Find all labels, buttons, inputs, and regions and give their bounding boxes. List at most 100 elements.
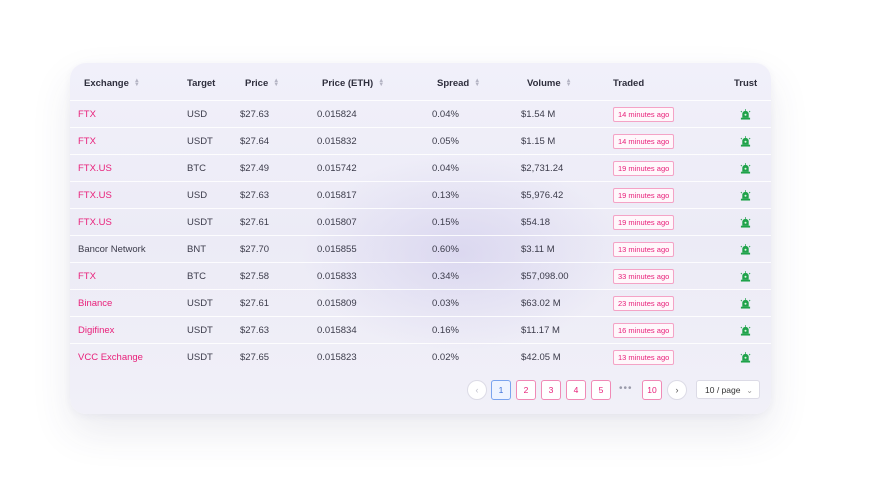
cell-price-eth: 0.015832 <box>317 136 357 147</box>
cell-volume: $57,098.00 <box>521 271 569 282</box>
chevron-down-icon: ⌄ <box>746 386 753 395</box>
table-row: FTX.US USD $27.63 0.015817 0.13% $5,976.42 19 … <box>70 181 771 209</box>
cell-price: $27.65 <box>240 352 270 363</box>
exchange-name[interactable]: FTX <box>78 101 96 128</box>
cell-spread: 0.05% <box>432 136 459 147</box>
page-button-1[interactable]: 1 <box>491 380 511 400</box>
header-traded: Traded <box>613 78 645 89</box>
exchange-name: Bancor Network <box>78 244 146 255</box>
cell-target: BNT <box>187 244 206 255</box>
sort-icon[interactable]: ▲ ▼ <box>474 78 480 88</box>
pagination: ‹ 1 2 3 4 5 ••• 10 › 10 / page ⌄ <box>70 380 771 400</box>
header-volume[interactable]: Volume ▲ ▼ <box>527 70 572 97</box>
table-row: Binance USDT $27.61 0.015809 0.03% $63.02 M 23… <box>70 289 771 317</box>
green-trust-icon <box>740 163 751 174</box>
cell-target: BTC <box>187 271 206 282</box>
chevron-right-icon[interactable]: › <box>667 380 687 400</box>
exchange-name[interactable]: Digifinex <box>78 317 114 344</box>
sort-icon[interactable]: ▲ ▼ <box>273 78 279 88</box>
cell-price: $27.63 <box>240 109 270 120</box>
cell-volume: $42.05 M <box>521 352 561 363</box>
cell-price-eth: 0.015824 <box>317 109 357 120</box>
header-spread[interactable]: Spread ▲ ▼ <box>437 70 480 97</box>
traded-badge: 14 minutes ago <box>613 134 675 149</box>
cell-spread: 0.03% <box>432 298 459 309</box>
cell-volume: $63.02 M <box>521 298 561 309</box>
green-trust-icon <box>740 244 751 255</box>
traded-badge: 13 minutes ago <box>613 242 675 257</box>
sort-icon[interactable]: ▲ ▼ <box>378 78 384 88</box>
table-row: Bancor Network BNT $27.70 0.015855 0.60% $3.1… <box>70 235 771 263</box>
sort-icon[interactable]: ▲ ▼ <box>566 78 572 88</box>
traded-badge: 19 minutes ago <box>613 188 675 203</box>
green-trust-icon <box>740 352 751 363</box>
green-trust-icon <box>740 271 751 282</box>
green-trust-icon <box>740 190 751 201</box>
table-row: VCC Exchange USDT $27.65 0.015823 0.02% $42.0… <box>70 343 771 371</box>
cell-spread: 0.34% <box>432 271 459 282</box>
table-row: FTX USDT $27.64 0.015832 0.05% $1.15 M 14 minu… <box>70 127 771 155</box>
green-trust-icon <box>740 109 751 120</box>
traded-badge: 33 minutes ago <box>613 269 675 284</box>
traded-badge: 23 minutes ago <box>613 296 675 311</box>
exchange-name[interactable]: FTX.US <box>78 155 112 182</box>
green-trust-icon <box>740 217 751 228</box>
cell-volume: $3.11 M <box>521 244 555 255</box>
cell-volume: $2,731.24 <box>521 163 564 174</box>
markets-card: Exchange ▲ ▼ Target Price ▲ ▼ Price (ETH) ▲ ▼ … <box>70 63 771 414</box>
cell-target: USDT <box>187 136 213 147</box>
cell-spread: 0.04% <box>432 109 459 120</box>
cell-volume: $1.15 M <box>521 136 556 147</box>
exchange-name[interactable]: Binance <box>78 290 112 317</box>
page-button-2[interactable]: 2 <box>516 380 536 400</box>
cell-target: USDT <box>187 325 213 336</box>
cell-price: $27.63 <box>240 190 270 201</box>
exchange-name[interactable]: FTX.US <box>78 182 112 209</box>
cell-target: USD <box>187 190 208 201</box>
cell-price-eth: 0.015807 <box>317 217 357 228</box>
table-row: FTX USD $27.63 0.015824 0.04% $1.54 M 14 minut… <box>70 100 771 128</box>
sort-icon[interactable]: ▲ ▼ <box>134 78 140 88</box>
cell-price: $27.64 <box>240 136 270 147</box>
page-button-5[interactable]: 5 <box>591 380 611 400</box>
cell-price: $27.70 <box>240 244 270 255</box>
table-row: FTX BTC $27.58 0.015833 0.34% $57,098.00 33 mi… <box>70 262 771 290</box>
pagination-ellipsis[interactable]: ••• <box>619 380 633 400</box>
chevron-left-icon[interactable]: ‹ <box>467 380 487 400</box>
cell-price: $27.61 <box>240 298 270 309</box>
table-row: FTX.US BTC $27.49 0.015742 0.04% $2,731.24 19 … <box>70 154 771 182</box>
cell-volume: $5,976.42 <box>521 190 564 201</box>
cell-volume: $1.54 M <box>521 109 556 120</box>
cell-target: USD <box>187 109 208 120</box>
header-price[interactable]: Price ▲ ▼ <box>245 70 279 97</box>
cell-volume: $11.17 M <box>521 325 560 336</box>
green-trust-icon <box>740 325 751 336</box>
header-target: Target <box>187 78 216 89</box>
cell-target: BTC <box>187 163 206 174</box>
cell-target: USDT <box>187 352 213 363</box>
page-button-3[interactable]: 3 <box>541 380 561 400</box>
table-row: Digifinex USDT $27.63 0.015834 0.16% $11.17 M… <box>70 316 771 344</box>
header-trust: Trust <box>734 78 758 89</box>
page-size-select[interactable]: 10 / page ⌄ <box>696 380 760 399</box>
cell-price-eth: 0.015823 <box>317 352 357 363</box>
table-header: Exchange ▲ ▼ Target Price ▲ ▼ Price (ETH) ▲ ▼ … <box>70 70 771 97</box>
page-button-last[interactable]: 10 <box>642 380 662 400</box>
traded-badge: 13 minutes ago <box>613 350 675 365</box>
traded-badge: 19 minutes ago <box>613 161 675 176</box>
exchange-name[interactable]: FTX.US <box>78 209 112 236</box>
cell-price-eth: 0.015817 <box>317 190 357 201</box>
cell-spread: 0.13% <box>432 190 459 201</box>
exchange-name[interactable]: FTX <box>78 128 96 155</box>
header-price-eth[interactable]: Price (ETH) ▲ ▼ <box>322 70 384 97</box>
traded-badge: 19 minutes ago <box>613 215 675 230</box>
header-exchange[interactable]: Exchange ▲ ▼ <box>84 70 140 97</box>
cell-target: USDT <box>187 298 213 309</box>
traded-badge: 14 minutes ago <box>613 107 675 122</box>
page-button-4[interactable]: 4 <box>566 380 586 400</box>
exchange-name[interactable]: VCC Exchange <box>78 344 143 371</box>
cell-spread: 0.15% <box>432 217 459 228</box>
exchange-name[interactable]: FTX <box>78 263 96 290</box>
green-trust-icon <box>740 298 751 309</box>
cell-price: $27.49 <box>240 163 270 174</box>
